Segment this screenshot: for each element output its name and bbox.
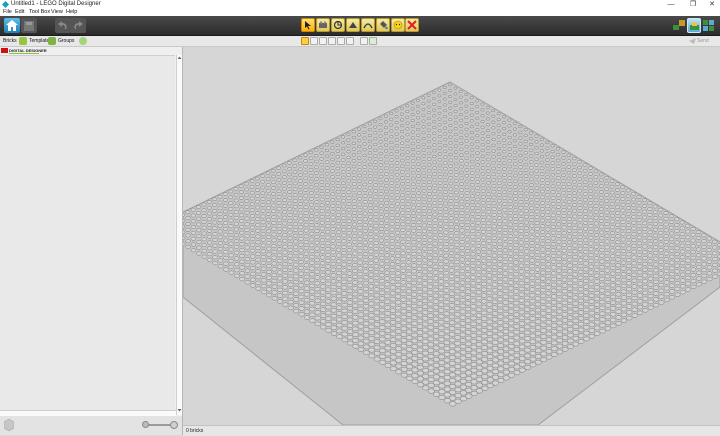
- close-button[interactable]: ✕: [705, 0, 719, 9]
- menu-edit[interactable]: Edit: [15, 9, 24, 16]
- tab-groups[interactable]: Groups: [58, 37, 74, 45]
- building-guide-icon: [703, 20, 714, 31]
- subtool-select-same-color[interactable]: [328, 37, 336, 45]
- align-icon: [349, 22, 357, 28]
- groups-icon: [48, 37, 56, 45]
- palette-vertical-scrollbar[interactable]: [176, 55, 182, 415]
- subtool-select-connected[interactable]: [319, 37, 327, 45]
- title-bar: Untitled1 - LEGO Digital Designer — ❐ ✕: [0, 0, 720, 9]
- save-icon: [24, 21, 34, 31]
- lego-app-icon: [2, 1, 9, 8]
- baseplate[interactable]: [183, 47, 720, 425]
- redo-button[interactable]: [70, 18, 86, 33]
- templates-icon: [19, 37, 27, 45]
- tab-bricks[interactable]: Bricks: [3, 37, 17, 45]
- secondary-toolbar: Bricks Templates Groups Send: [0, 36, 720, 47]
- undo-button[interactable]: [55, 18, 71, 33]
- panel-logo-underline: [9, 53, 39, 54]
- menu-bar: File Edit Tool Box View Help: [0, 9, 720, 16]
- brick-palette-panel: DIGITAL DESIGNER: [0, 47, 183, 435]
- brick-icon: [319, 21, 327, 28]
- flex-icon: [363, 23, 373, 29]
- menu-view[interactable]: View: [51, 9, 63, 16]
- subtool-invert-selection[interactable]: [360, 37, 368, 45]
- paint-tool[interactable]: [376, 18, 390, 32]
- brick-list[interactable]: [0, 55, 175, 411]
- hinge-tool[interactable]: [331, 18, 345, 32]
- hinge-align-tool[interactable]: [346, 18, 360, 32]
- status-bar: 0 bricks: [183, 425, 720, 436]
- clone-tool[interactable]: [316, 18, 330, 32]
- minifig-head-icon: [393, 20, 403, 30]
- 3d-build-viewport[interactable]: [183, 47, 720, 425]
- send-icon: [689, 38, 696, 44]
- flex-tool[interactable]: [361, 18, 375, 32]
- minimize-button[interactable]: —: [664, 0, 678, 9]
- brick-filter-icon[interactable]: [4, 419, 14, 431]
- view-mode-icon: [690, 22, 699, 30]
- maximize-button[interactable]: ❐: [686, 0, 700, 9]
- menu-help[interactable]: Help: [66, 9, 77, 16]
- zoom-out-icon[interactable]: [142, 421, 149, 428]
- zoom-in-icon[interactable]: [170, 421, 178, 429]
- view-mode-button[interactable]: [687, 18, 701, 33]
- select-tool[interactable]: [301, 18, 315, 32]
- subtool-select-same-shape[interactable]: [337, 37, 345, 45]
- menu-file[interactable]: File: [3, 9, 12, 16]
- cursor-icon: [305, 21, 311, 30]
- home-icon: [6, 20, 18, 31]
- delete-x-icon: [407, 20, 417, 30]
- paint-bucket-icon: [380, 21, 388, 30]
- main-toolbar: [0, 16, 720, 36]
- hide-tool[interactable]: [391, 18, 405, 32]
- window-title: Untitled1 - LEGO Digital Designer: [11, 1, 101, 7]
- home-button[interactable]: [4, 18, 20, 33]
- subtool-select-same-both[interactable]: [346, 37, 354, 45]
- subtool-group[interactable]: [369, 37, 377, 45]
- build-mode-button[interactable]: [672, 18, 686, 33]
- save-button[interactable]: [21, 18, 37, 33]
- palette-footer: [0, 416, 182, 435]
- send-button[interactable]: Send: [697, 37, 709, 45]
- undo-icon: [58, 21, 67, 29]
- delete-tool[interactable]: [405, 18, 419, 32]
- subtool-single-select[interactable]: [301, 37, 309, 45]
- scroll-down-arrow-icon[interactable]: [177, 407, 182, 413]
- scroll-up-arrow-icon[interactable]: [177, 55, 182, 61]
- lego-logo-icon: [1, 48, 8, 53]
- brick-count: 0 bricks: [186, 428, 204, 434]
- menu-tool-box[interactable]: Tool Box: [29, 9, 50, 16]
- building-guide-button[interactable]: [702, 18, 716, 33]
- redo-icon: [74, 21, 83, 29]
- hinge-icon: [333, 20, 343, 30]
- add-group-icon[interactable]: [79, 37, 87, 45]
- subtool-multi-select[interactable]: [310, 37, 318, 45]
- build-mode-icon: [673, 20, 685, 30]
